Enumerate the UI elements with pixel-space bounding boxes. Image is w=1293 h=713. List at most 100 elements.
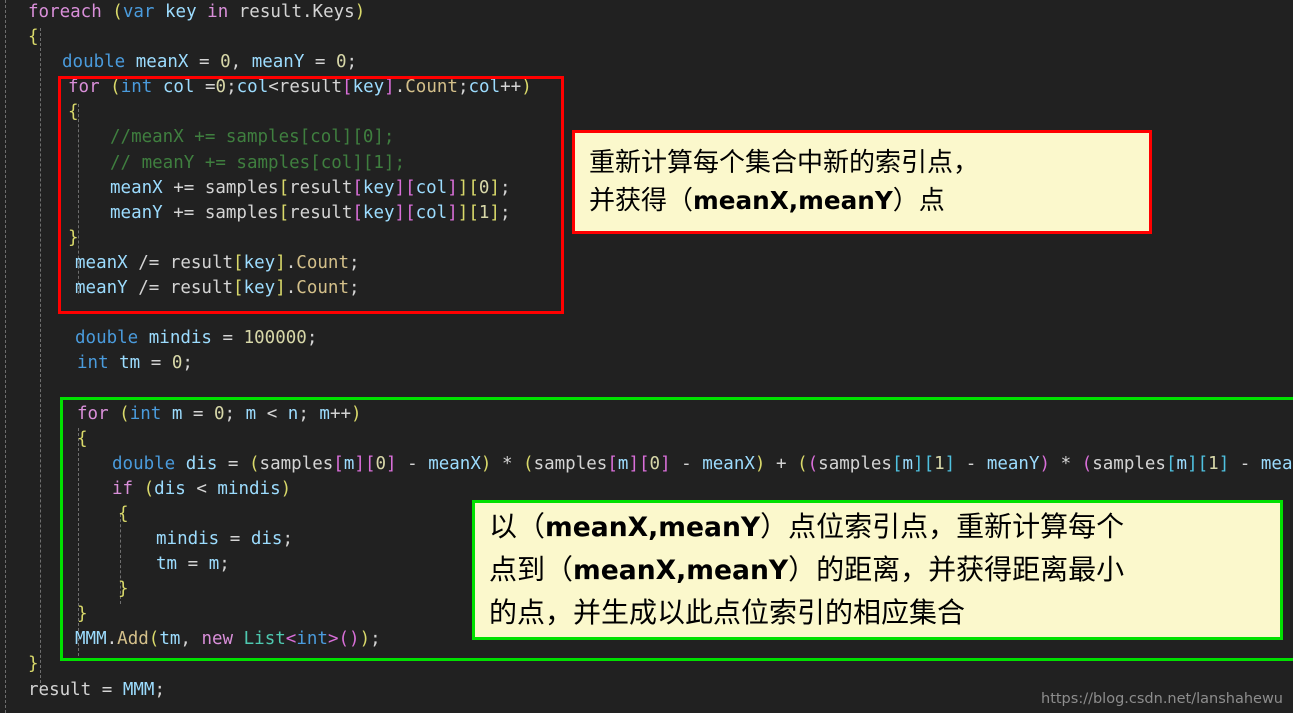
code-token: , xyxy=(180,629,202,650)
annotation-emphasis: meanX,meanY xyxy=(545,512,761,543)
code-token: ) xyxy=(754,453,766,474)
code-token: tm xyxy=(156,554,188,575)
code-token: [ xyxy=(278,202,290,223)
code-token: > xyxy=(327,629,339,650)
code-token: = xyxy=(222,328,244,349)
annotation-line: 重新计算每个集合中新的索引点， xyxy=(589,144,1135,182)
code-token: ( xyxy=(110,77,121,98)
code-token: < xyxy=(196,478,218,499)
code-token: meanY xyxy=(1260,453,1293,474)
code-token: 0 xyxy=(171,353,183,374)
code-line[interactable]: { xyxy=(0,100,1293,125)
code-token: ; xyxy=(306,328,318,349)
code-line[interactable]: { xyxy=(0,427,1293,452)
code-line[interactable]: double mindis = 100000; xyxy=(0,326,1293,351)
code-token: 0 xyxy=(214,403,225,424)
code-token: key xyxy=(243,278,276,299)
code-line[interactable]: } xyxy=(0,652,1293,677)
code-token: ( xyxy=(807,453,819,474)
code-editor[interactable]: foreach (var key in result.Keys){double … xyxy=(0,0,1293,713)
code-token: ; xyxy=(182,353,193,374)
code-token: result xyxy=(289,202,353,223)
code-token: 0 xyxy=(375,453,387,474)
code-token: [ xyxy=(333,453,344,474)
code-token: [ xyxy=(923,453,935,474)
code-token: meanY xyxy=(75,278,139,299)
code-token: Count xyxy=(296,252,349,273)
code-token: 0 xyxy=(478,177,490,198)
annotation-callout-top: 重新计算每个集合中新的索引点， 并获得（meanX,meanY）点 xyxy=(572,130,1152,234)
code-token: { xyxy=(77,428,88,449)
code-line[interactable]: if (dis < mindis) xyxy=(0,477,1293,502)
code-line[interactable]: for (int m = 0; m < n; m++) xyxy=(0,402,1293,427)
code-token: result xyxy=(278,77,343,98)
code-token: ++ xyxy=(500,77,522,98)
code-token: ; xyxy=(499,177,511,198)
code-token: + xyxy=(765,453,798,474)
code-token: ] xyxy=(354,453,365,474)
code-token: [ xyxy=(405,202,416,223)
code-token: samples xyxy=(204,177,279,198)
code-token: key xyxy=(243,252,276,273)
code-token: col xyxy=(415,202,448,223)
annotation-line: 点到（meanX,meanY）的距离，并获得距离最小 xyxy=(489,549,1266,592)
code-line[interactable]: double dis = (samples[m][0] - meanX) * (… xyxy=(0,452,1293,477)
code-token: List xyxy=(243,629,286,650)
code-token: m xyxy=(208,554,220,575)
code-token: dis xyxy=(250,528,283,549)
code-token: m xyxy=(617,453,629,474)
code-token: m xyxy=(902,453,914,474)
code-line[interactable]: meanX /= result[key].Count; xyxy=(0,251,1293,276)
annotation-line: 并获得（meanX,meanY）点 xyxy=(589,182,1135,220)
code-token: ; xyxy=(219,554,230,575)
code-token: MMM xyxy=(122,679,155,700)
code-token: meanX xyxy=(702,453,755,474)
code-token: . xyxy=(285,252,297,273)
code-token: [ xyxy=(1165,453,1177,474)
code-token: } xyxy=(77,604,88,625)
code-token: [ xyxy=(233,252,244,273)
code-line[interactable]: { xyxy=(0,25,1293,50)
code-token: * xyxy=(1050,453,1082,474)
code-token: [ xyxy=(352,177,363,198)
annotation-text: 的点，并生成以此点位索引的相应集合 xyxy=(489,596,966,629)
code-token: result xyxy=(169,278,234,299)
annotation-text: ）的距离，并获得距离最小 xyxy=(788,553,1125,586)
code-token: < xyxy=(268,77,279,98)
watermark-url: https://blog.csdn.net/lanshahewu xyxy=(1041,691,1283,707)
code-line[interactable]: meanY /= result[key].Count; xyxy=(0,276,1293,301)
code-token: m xyxy=(245,403,267,424)
code-line[interactable] xyxy=(0,376,1293,401)
code-token: [ xyxy=(364,453,376,474)
code-token: dis xyxy=(175,453,228,474)
code-token: 1 xyxy=(934,453,945,474)
code-token: } xyxy=(68,227,79,248)
code-token: tm xyxy=(108,353,151,374)
code-token: ] xyxy=(394,177,406,198)
code-token: mindis xyxy=(156,528,230,549)
code-token: samples xyxy=(204,202,279,223)
code-line[interactable]: int tm = 0; xyxy=(0,351,1293,376)
code-line[interactable]: foreach (var key in result.Keys) xyxy=(0,0,1293,25)
code-token: meanY xyxy=(986,453,1040,474)
code-token: 1 xyxy=(1208,453,1219,474)
code-token: = xyxy=(187,554,209,575)
code-line[interactable]: for (int col =0;col<result[key].Count;co… xyxy=(0,75,1293,100)
code-token: [ xyxy=(607,453,618,474)
annotation-text: ）点 xyxy=(892,186,945,216)
code-token: ] xyxy=(628,453,639,474)
code-token: /= xyxy=(138,252,170,273)
code-token: ; xyxy=(348,252,360,273)
code-line[interactable]: double meanX = 0, meanY = 0; xyxy=(0,50,1293,75)
code-token: ; xyxy=(282,528,293,549)
annotation-callout-bottom: 以（meanX,meanY）点位索引点，重新计算每个 点到（meanX,meanY… xyxy=(472,500,1283,640)
code-token: [ xyxy=(352,202,363,223)
code-token: ; xyxy=(457,77,469,98)
code-token: . xyxy=(302,2,313,22)
annotation-emphasis: meanX,meanY xyxy=(573,555,789,586)
code-line[interactable] xyxy=(0,301,1293,326)
code-token: /= xyxy=(138,278,170,299)
code-token: ] xyxy=(944,453,956,474)
